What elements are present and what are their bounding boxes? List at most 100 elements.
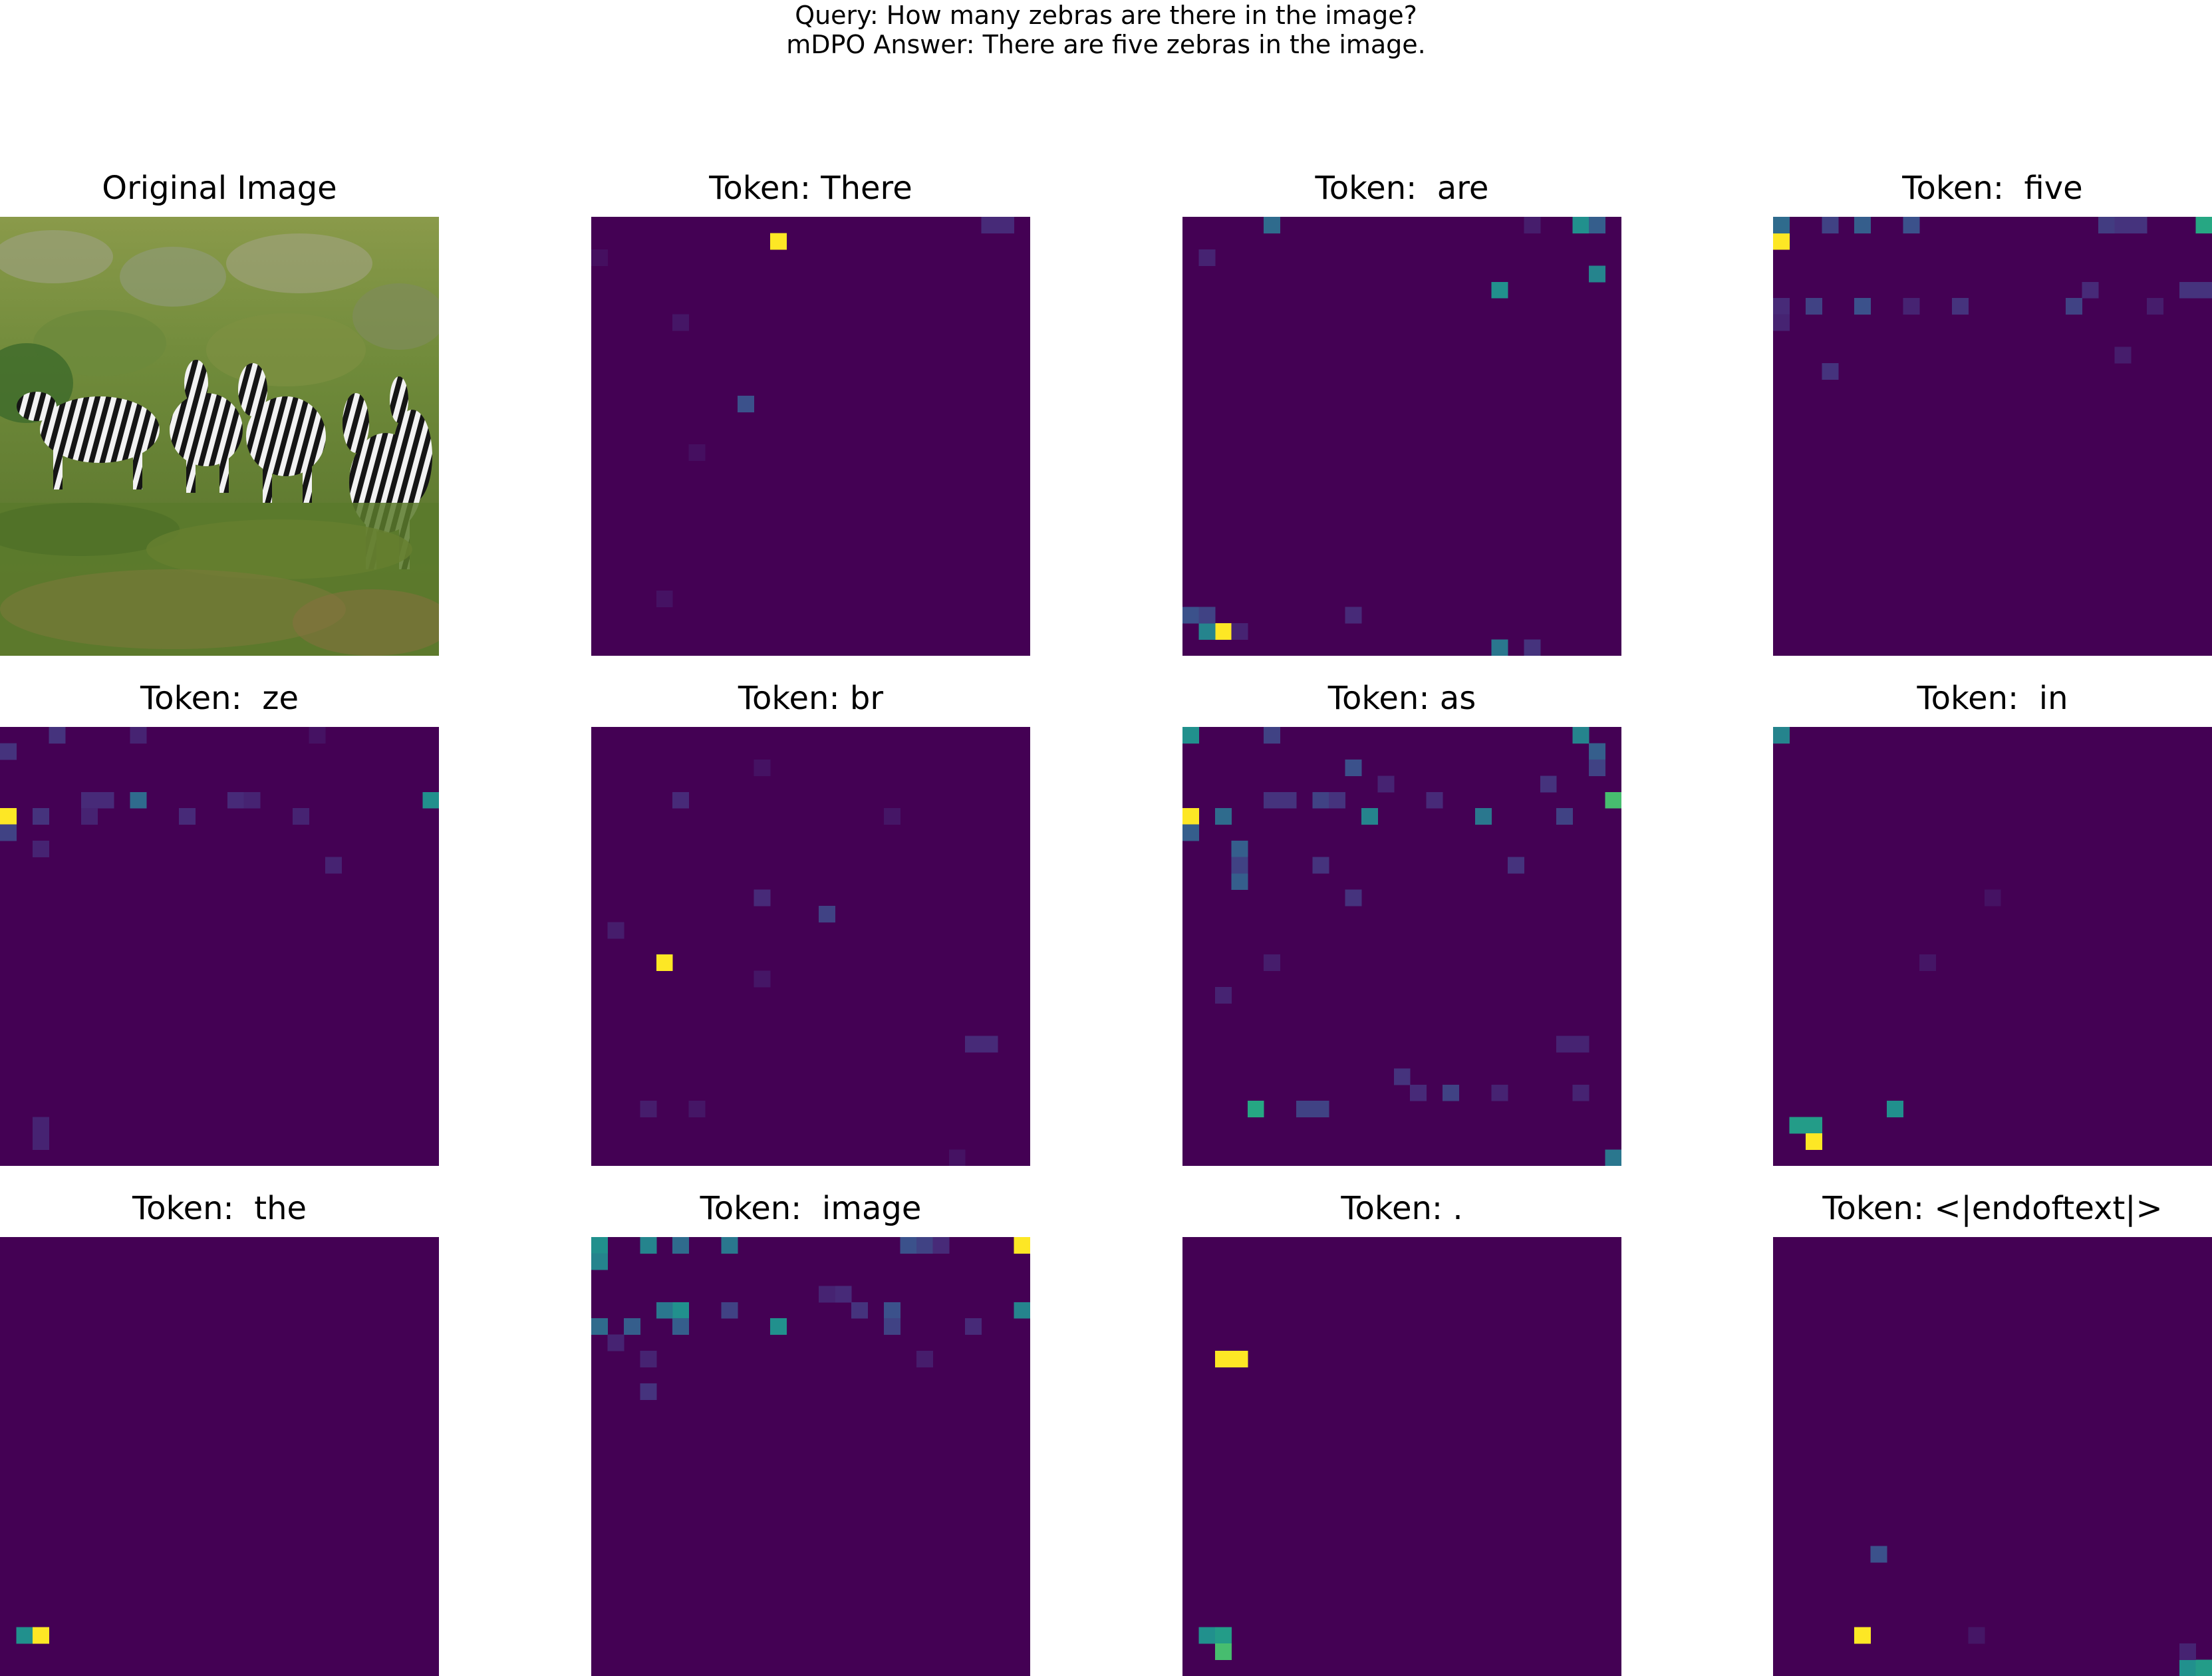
heatmap-cell [1572, 1084, 1590, 1101]
heatmap-cell [1491, 639, 1508, 656]
heatmap-background [1182, 217, 1621, 656]
heatmap-cell [2179, 281, 2197, 299]
heatmap-cell [32, 1133, 49, 1151]
heatmap-cell [819, 1286, 836, 1303]
heatmap-cell [2195, 281, 2212, 299]
heatmap-panel [1773, 727, 2212, 1166]
heatmap-cell [981, 1036, 998, 1053]
heatmap-cell [1773, 727, 1790, 744]
heatmap-title: Token: ze [140, 680, 299, 717]
heatmap-cell [1805, 1117, 1822, 1134]
heatmap-title: Token: in [1917, 680, 2068, 717]
heatmap-cell [0, 743, 17, 760]
heatmap-cell [1377, 775, 1395, 793]
heatmap-cell [1426, 791, 1443, 809]
heatmap-cell [965, 1036, 982, 1053]
heatmap-cell [900, 1237, 917, 1254]
heatmap-panel [591, 727, 1030, 1166]
heatmap-cell [1589, 743, 1606, 760]
heatmap-cell [2114, 347, 2132, 364]
heatmap-cell [1773, 233, 1790, 250]
heatmap-title: Token: five [1902, 170, 2083, 207]
heatmap-cell [672, 791, 690, 809]
heatmap-cell [1822, 217, 1839, 233]
heatmap-cell [49, 727, 66, 744]
heatmap-cell [1312, 791, 1329, 809]
heatmap-cell [1231, 841, 1248, 858]
heatmap-cell [1214, 623, 1232, 640]
heatmap-panel [591, 1237, 1030, 1676]
heatmap-cell [721, 1237, 738, 1254]
heatmap-background [0, 1237, 439, 1676]
heatmap-cell [591, 1318, 608, 1335]
attention-heatmap [0, 727, 439, 1166]
heatmap-cell [32, 841, 49, 858]
heatmap-cell [672, 1302, 690, 1319]
heatmap-cell [325, 857, 342, 874]
heatmap-cell [1572, 727, 1590, 744]
heatmap-cell [965, 1318, 982, 1335]
heatmap-cell [227, 791, 245, 809]
heatmap-cell [1854, 298, 1871, 315]
heatmap-cell [981, 217, 998, 233]
heatmap-panel [0, 1237, 439, 1676]
heatmap-cell [688, 444, 706, 462]
heatmap-cell [1329, 791, 1345, 809]
heatmap-cell [916, 1237, 933, 1254]
heatmap-cell [1903, 298, 1920, 315]
heatmap-cell [1887, 1101, 1904, 1118]
heatmap-cell [1296, 1101, 1313, 1118]
heatmap-cell [1214, 1351, 1232, 1368]
heatmap-cell [1264, 217, 1281, 233]
heatmap-cell [1264, 791, 1281, 809]
heatmap-title: Token: the [132, 1190, 307, 1227]
heatmap-cell [672, 1318, 690, 1335]
heatmap-cell [1214, 1643, 1232, 1661]
attention-heatmap [591, 727, 1030, 1166]
heatmap-cell [884, 808, 900, 825]
heatmap-title: Token: <|endoftext|> [1822, 1190, 2163, 1227]
heatmap-cell [916, 1351, 933, 1368]
heatmap-cell [769, 233, 787, 250]
heatmap-cell [721, 1302, 738, 1319]
heatmap-cell [1231, 623, 1248, 640]
heatmap-cell [1951, 298, 1969, 315]
heatmap-cell [1312, 857, 1329, 874]
heatmap-cell [0, 824, 17, 841]
heatmap-cell [851, 1302, 869, 1319]
heatmap-cell [1556, 808, 1574, 825]
heatmap-cell [1773, 314, 1790, 331]
attention-heatmap [591, 217, 1030, 656]
heatmap-cell [81, 791, 98, 809]
attention-heatmap [1182, 217, 1621, 656]
attention-heatmap [0, 1237, 439, 1676]
heatmap-cell [819, 905, 836, 922]
heatmap-cell [81, 808, 98, 825]
heatmap-cell [293, 808, 309, 825]
heatmap-background [591, 727, 1030, 1166]
heatmap-title: Token: are [1315, 170, 1489, 207]
heatmap-cell [623, 1318, 640, 1335]
heatmap-cell [1572, 217, 1590, 233]
heatmap-cell [640, 1101, 657, 1118]
attention-heatmap [1773, 217, 2212, 656]
heatmap-cell [1789, 1117, 1806, 1134]
heatmap-cell [1491, 1084, 1508, 1101]
heatmap-cell [0, 808, 17, 825]
heatmap-cell [2179, 1659, 2197, 1676]
heatmap-panel [1182, 727, 1621, 1166]
heatmap-title: Token: br [738, 680, 884, 717]
heatmap-cell [591, 1253, 608, 1270]
heatmap-cell [1572, 1036, 1590, 1053]
heatmap-cell [1903, 217, 1920, 233]
heatmap-cell [1507, 857, 1524, 874]
heatmap-cell [1014, 1237, 1030, 1254]
heatmap-background [591, 217, 1030, 656]
heatmap-cell [1491, 281, 1508, 299]
heatmap-cell [1524, 217, 1541, 233]
heatmap-cell [1475, 808, 1492, 825]
heatmap-cell [688, 1101, 706, 1118]
heatmap-title: Token: There [709, 170, 912, 207]
heatmap-cell [16, 1627, 33, 1644]
heatmap-cell [1264, 727, 1281, 744]
